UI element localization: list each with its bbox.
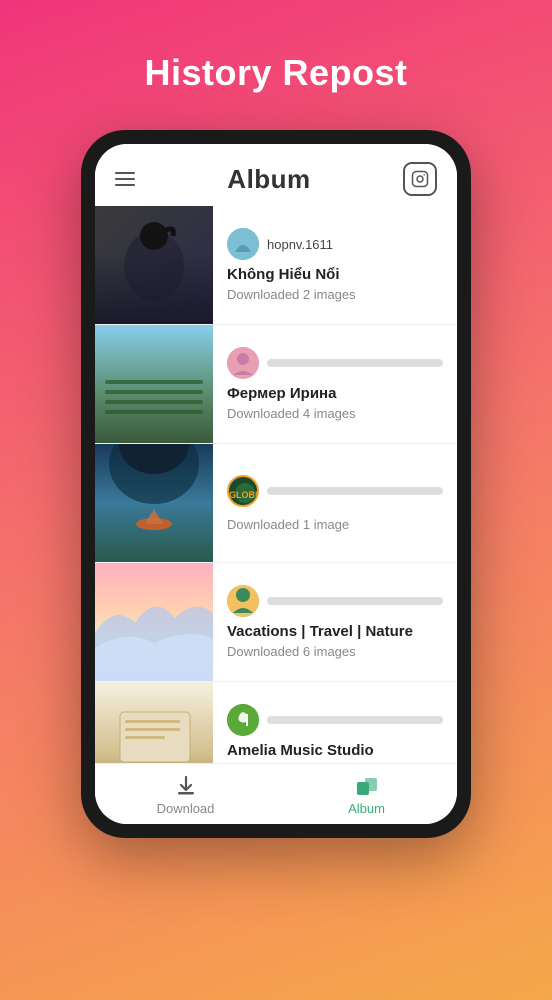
album-name: Amelia Music Studio: [227, 742, 443, 759]
username-label: hopnv.1611: [267, 237, 333, 252]
list-item[interactable]: hopnv.1611 Không Hiểu Nổi Downloaded 2 i…: [95, 206, 457, 325]
list-item[interactable]: Фермер Ирина Downloaded 4 images: [95, 325, 457, 444]
hero-section: History Repost: [144, 0, 407, 130]
album-thumbnail: [95, 325, 213, 443]
list-item[interactable]: Amelia Music Studio Downloaded 4 images: [95, 682, 457, 763]
nav-download-label: Download: [157, 801, 215, 816]
download-info: Downloaded 2 images: [227, 287, 443, 302]
username-bar: [267, 716, 443, 724]
user-row: [227, 585, 443, 617]
album-name: Không Hiểu Nổi: [227, 266, 443, 283]
album-info: Amelia Music Studio Downloaded 4 images: [213, 694, 457, 763]
username-bar: [267, 597, 443, 605]
menu-icon[interactable]: [115, 172, 135, 186]
download-info: Downloaded 6 images: [227, 644, 443, 659]
page-title: Album: [227, 164, 310, 195]
download-icon: [174, 774, 198, 798]
album-icon: [355, 774, 379, 798]
instagram-icon[interactable]: [403, 162, 437, 196]
user-row: GLOBE: [227, 475, 443, 507]
nav-album-label: Album: [348, 801, 385, 816]
avatar: [227, 228, 259, 260]
username-bar: [267, 487, 443, 495]
album-info: Vacations | Travel | Nature Downloaded 6…: [213, 575, 457, 669]
album-info: hopnv.1611 Không Hiểu Nổi Downloaded 2 i…: [213, 218, 457, 312]
user-row: hopnv.1611: [227, 228, 443, 260]
avatar: [227, 347, 259, 379]
user-row: [227, 347, 443, 379]
album-list: hopnv.1611 Không Hiểu Nổi Downloaded 2 i…: [95, 206, 457, 763]
album-thumbnail: [95, 206, 213, 324]
app-header: Album: [95, 144, 457, 206]
nav-item-download[interactable]: Download: [95, 764, 276, 824]
album-name: Vacations | Travel | Nature: [227, 623, 443, 640]
list-item[interactable]: Vacations | Travel | Nature Downloaded 6…: [95, 563, 457, 682]
bottom-nav: Download Album: [95, 763, 457, 824]
album-thumbnail: [95, 444, 213, 562]
nav-item-album[interactable]: Album: [276, 764, 457, 824]
download-info: Downloaded 4 images: [227, 406, 443, 421]
user-row: [227, 704, 443, 736]
album-thumbnail: [95, 682, 213, 763]
list-item[interactable]: GLOBE Downloaded 1 image: [95, 444, 457, 563]
album-name: Фермер Ирина: [227, 385, 443, 402]
album-info: GLOBE Downloaded 1 image: [213, 465, 457, 542]
avatar: [227, 585, 259, 617]
phone-screen: Album: [95, 144, 457, 824]
album-thumbnail: [95, 563, 213, 681]
username-bar: [267, 359, 443, 367]
hero-title: History Repost: [144, 52, 407, 94]
avatar: GLOBE: [227, 475, 259, 507]
avatar: [227, 704, 259, 736]
svg-text:GLOBE: GLOBE: [229, 490, 259, 500]
album-info: Фермер Ирина Downloaded 4 images: [213, 337, 457, 431]
download-info: Downloaded 1 image: [227, 517, 443, 532]
phone-frame: Album: [81, 130, 471, 838]
